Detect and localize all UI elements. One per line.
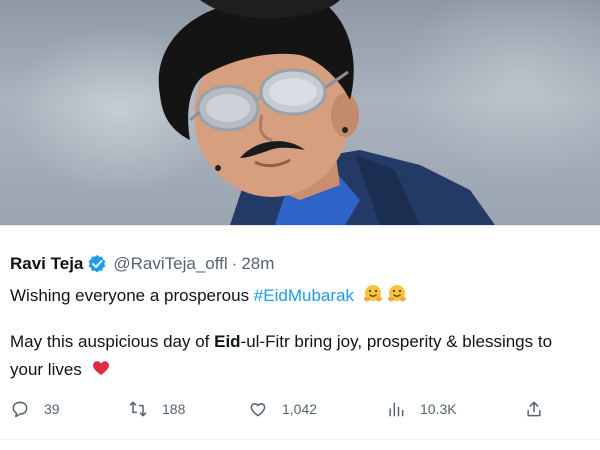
timestamp[interactable]: 28m — [241, 254, 274, 274]
retweet-icon — [129, 401, 147, 417]
like-button[interactable]: 1,042 — [248, 394, 317, 424]
hashtag-link[interactable]: #EidMubarak — [254, 286, 354, 305]
reply-count: 39 — [44, 401, 60, 417]
views-count: 10.3K — [420, 401, 457, 417]
retweet-button[interactable]: 188 — [128, 394, 185, 424]
text-segment: May this auspicious day of — [10, 332, 215, 351]
reply-button[interactable]: 39 — [10, 394, 60, 424]
text-bold-segment: Eid — [214, 332, 241, 351]
tweet-text-line-3: your lives — [10, 358, 111, 380]
verified-badge-icon — [87, 254, 107, 274]
hugging-face-emoji — [363, 284, 383, 304]
views-icon — [389, 402, 404, 417]
tweet[interactable]: Ravi Teja @RaviTeja_offl · 28m Wishing e… — [0, 234, 600, 450]
retweet-count: 188 — [162, 401, 186, 417]
tweet-actions: 39 188 1,042 10.3K — [0, 394, 600, 424]
share-button[interactable] — [524, 394, 558, 424]
text-segment: Wishing everyone a prosperous — [10, 286, 254, 305]
like-count: 1,042 — [282, 401, 318, 417]
divider — [0, 439, 600, 440]
share-icon — [527, 401, 541, 417]
separator: · — [231, 254, 238, 273]
portrait-image — [158, 0, 495, 225]
views-button[interactable]: 10.3K — [386, 394, 457, 424]
tweet-photo[interactable] — [0, 0, 600, 225]
text-segment: your lives — [10, 360, 82, 379]
author-name[interactable]: Ravi Teja — [10, 254, 83, 274]
text-segment: -ul-Fitr bring joy, prosperity & blessin… — [240, 332, 553, 351]
tweet-text-line-1: Wishing everyone a prosperous #EidMubara… — [10, 284, 407, 306]
reply-icon — [12, 401, 28, 418]
tweet-text-line-2: May this auspicious day of Eid-ul-Fitr b… — [10, 332, 552, 352]
author-handle[interactable]: @RaviTeja_offl — [113, 254, 227, 274]
red-heart-emoji — [91, 358, 111, 378]
hugging-face-emoji — [387, 284, 407, 304]
like-icon — [250, 403, 266, 417]
divider — [0, 225, 600, 234]
tweet-header: Ravi Teja @RaviTeja_offl · 28m — [10, 252, 274, 276]
